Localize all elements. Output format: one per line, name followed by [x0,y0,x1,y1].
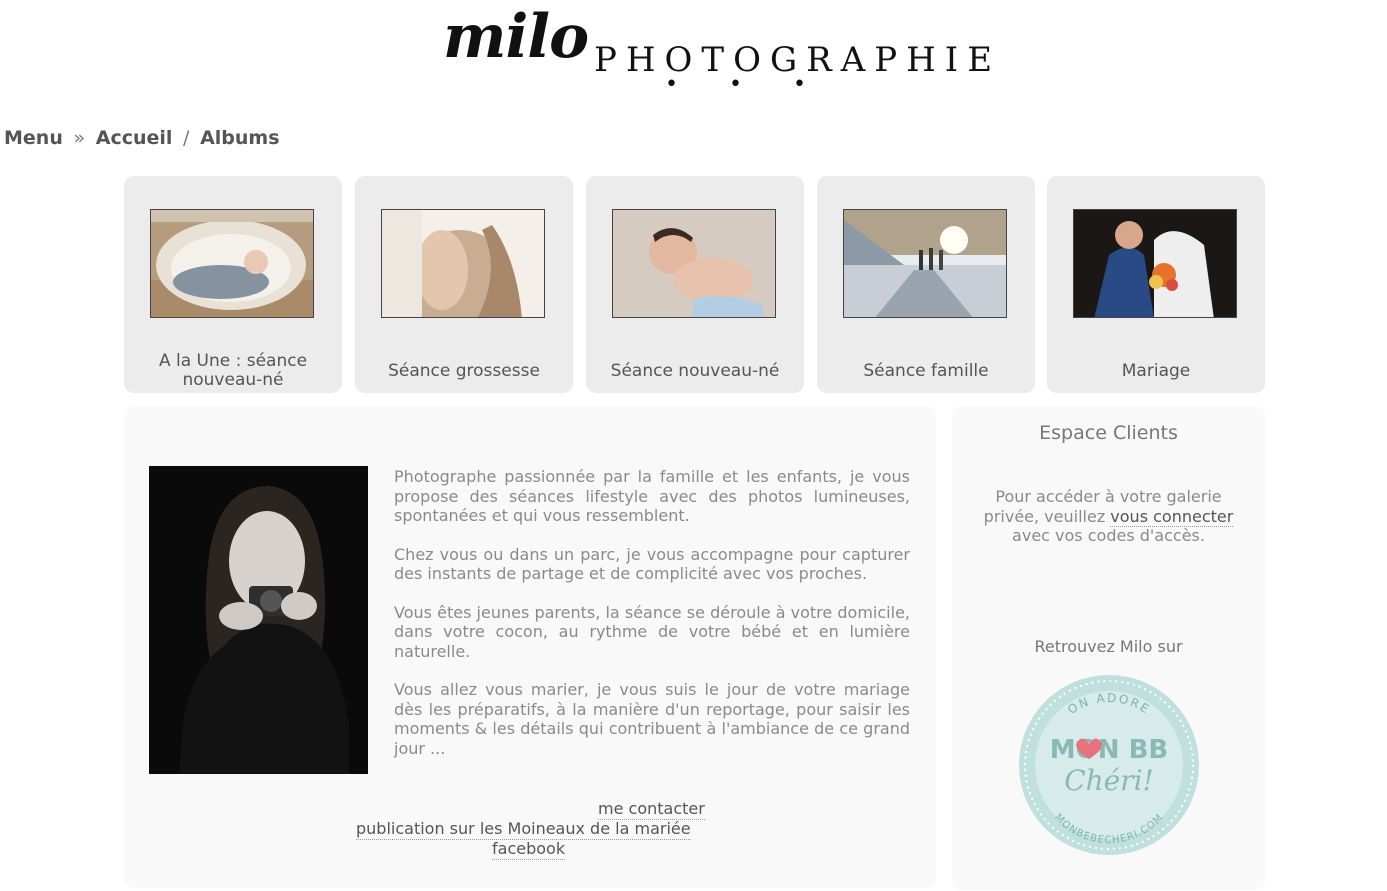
album-card[interactable]: Séance famille [817,176,1035,393]
photographer-portrait [149,466,368,774]
site-logo[interactable]: milo PHOTOGRAPHIE • • • [0,0,1387,110]
album-thumbnail[interactable] [1073,209,1237,318]
facebook-link[interactable]: facebook [492,839,566,860]
logo-dots: • • • [665,72,828,97]
album-card[interactable]: Séance grossesse [355,176,573,393]
album-card[interactable]: Mariage [1047,176,1265,393]
badge-main-text: MON BB [1050,735,1168,765]
album-label[interactable]: Séance nouveau-né [586,362,804,381]
login-text-after: avec vos codes d'accès. [1012,526,1205,545]
follow-label: Retrouvez Milo sur [1034,637,1183,656]
intro-paragraph: Vous allez vous marier, je vous suis le … [394,680,910,758]
album-label[interactable]: Mariage [1047,362,1265,381]
intro-paragraph: Vous êtes jeunes parents, la séance se d… [394,602,910,661]
album-card[interactable]: Séance nouveau-né [586,176,804,393]
badge-script-text: Chéri! [1064,764,1154,797]
intro-paragraph: Chez vous ou dans un parc, je vous accom… [394,544,910,584]
breadcrumb-current: Albums [200,127,280,149]
album-label[interactable]: A la Une : séance nouveau-né [124,352,342,390]
album-label[interactable]: Séance famille [817,362,1035,381]
breadcrumb-slash: / [183,127,190,149]
sidebar-title: Espace Clients [1039,422,1178,444]
breadcrumb-separator: » [73,127,86,149]
album-label[interactable]: Séance grossesse [355,362,573,381]
breadcrumb-menu-link[interactable]: Menu [4,127,63,149]
album-thumbnail[interactable] [150,209,314,318]
intro-paragraph: Photographe passionnée par la famille et… [394,467,910,525]
login-link[interactable]: vous connecter [1110,506,1234,527]
intro-text: Photographe passionnée par la famille et… [394,467,910,777]
album-thumbnail[interactable] [381,209,545,318]
client-sidebar: Espace Clients Pour accéder à votre gale… [952,406,1265,890]
contact-link[interactable]: me contacter [598,799,705,820]
breadcrumb-home-link[interactable]: Accueil [96,127,173,149]
album-card[interactable]: A la Une : séance nouveau-né [124,176,342,393]
album-thumbnail[interactable] [843,209,1007,318]
logo-script-text: milo [443,2,589,72]
intro-panel: Photographe passionnée par la famille et… [124,406,936,888]
publication-link[interactable]: publication sur les Moineaux de la marié… [356,819,691,840]
login-text: Pour accéder à votre galerie privée, veu… [972,487,1245,546]
album-thumbnail[interactable] [612,209,776,318]
breadcrumb: Menu » Accueil / Albums [4,127,280,149]
monbebecheri-badge[interactable]: ON ADORE MON BB Chéri! MONBEBECHERI.COM [1016,672,1202,858]
